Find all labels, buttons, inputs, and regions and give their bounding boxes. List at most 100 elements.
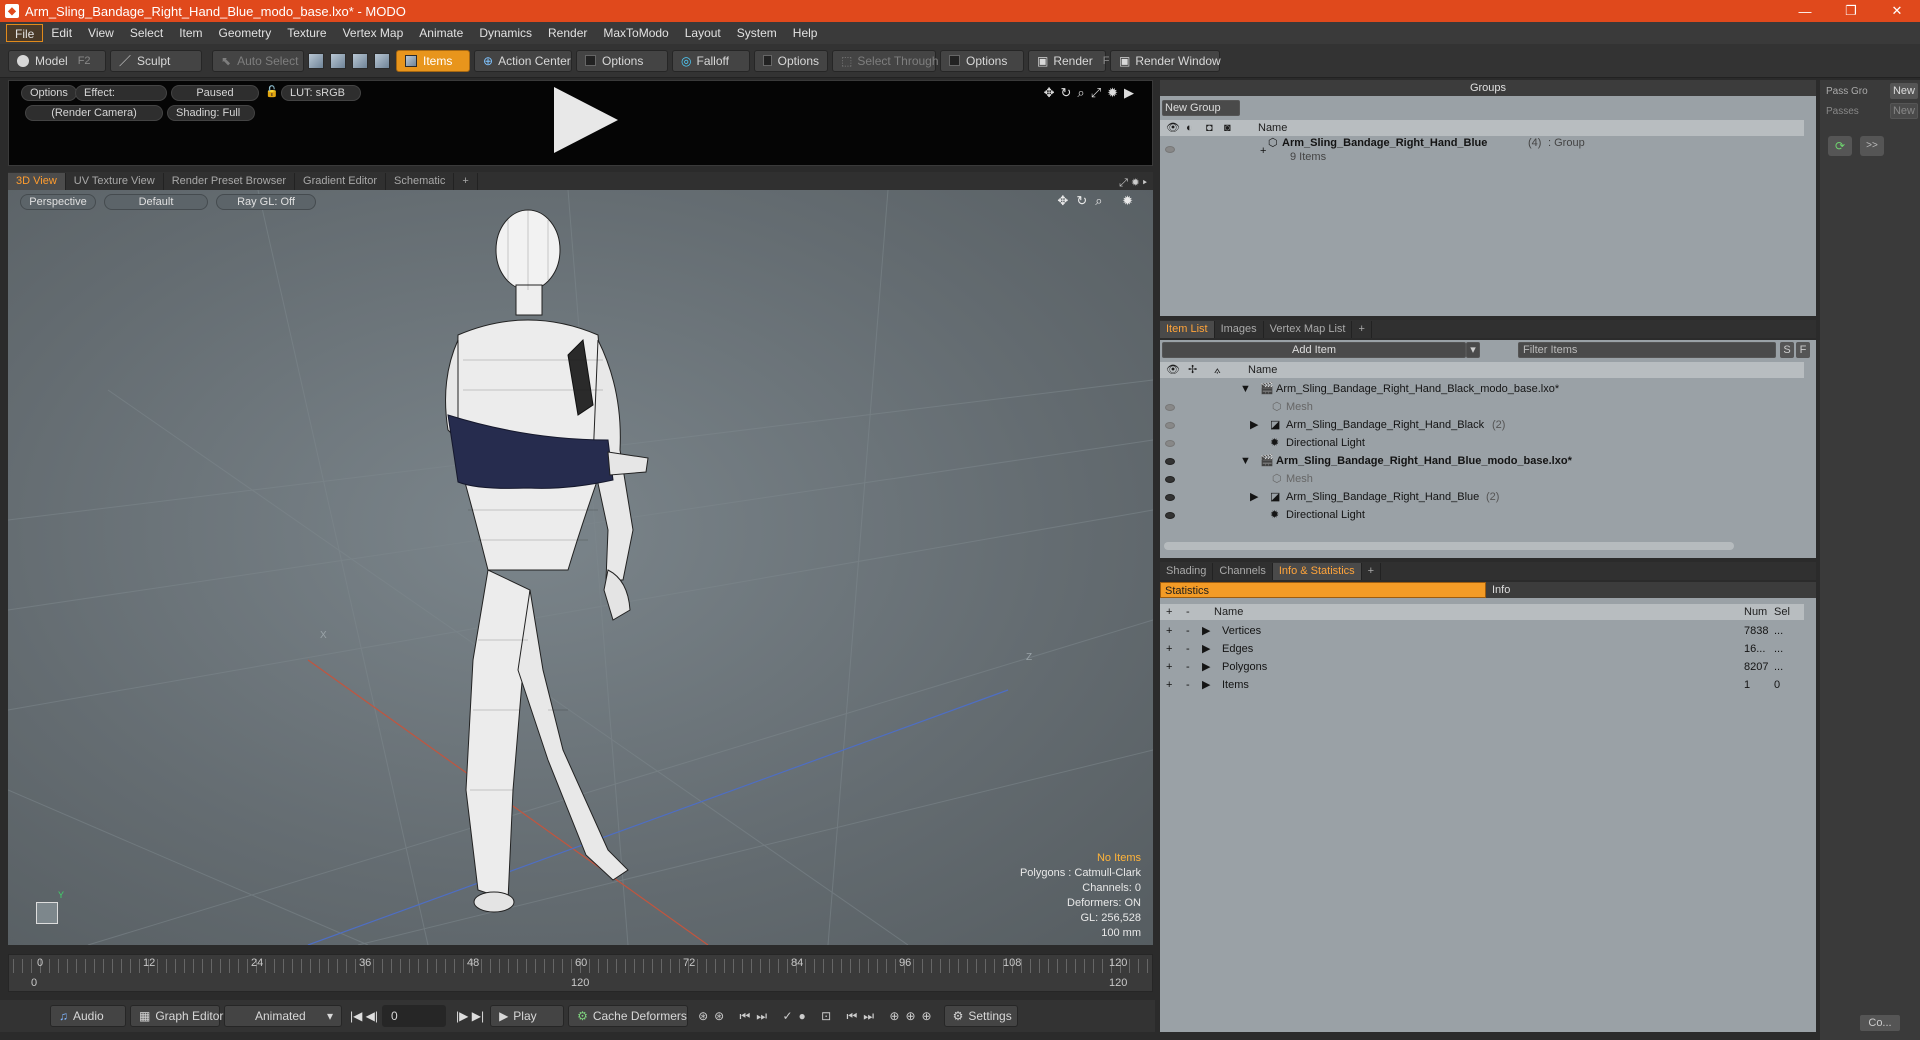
item-row[interactable]: ▼ 🎬 Arm_Sling_Bandage_Right_Hand_Black_m…	[1160, 380, 1804, 398]
add-selection-button[interactable]: +	[1166, 622, 1172, 640]
render-window-button[interactable]: ▣ Render Window	[1110, 49, 1221, 72]
timeline[interactable]: 0 12 24 36 48 60 72 84 96 108 120 0 120 …	[8, 954, 1153, 992]
refresh-icon[interactable]: ⟳	[1828, 136, 1852, 156]
collapse-icon[interactable]: ▼	[1240, 380, 1251, 398]
animation-tool-icons[interactable]: ⊛⊛ ⏮⏭ ✓● ⊡ ⏮⏭ ⊕⊕⊕	[698, 1009, 938, 1024]
action-center-button[interactable]: ⊕ Action Center	[474, 49, 572, 72]
stats-row[interactable]: + - ▶ Edges 16... ...	[1160, 640, 1804, 658]
menu-vertex-map[interactable]: Vertex Map	[335, 24, 412, 42]
new-group-button[interactable]: New Group	[1162, 100, 1240, 116]
add-selection-button[interactable]: +	[1166, 658, 1172, 676]
menu-render[interactable]: Render	[540, 24, 595, 42]
expand-arrows-button[interactable]: >>	[1860, 136, 1884, 156]
add-item-button[interactable]: Add Item	[1162, 342, 1466, 358]
statistics-subtab[interactable]: Statistics	[1160, 582, 1486, 598]
tab-images[interactable]: Images	[1215, 321, 1264, 338]
remove-selection-button[interactable]: -	[1186, 676, 1190, 694]
add-selection-button[interactable]: +	[1166, 676, 1172, 694]
tab-info-statistics[interactable]: Info & Statistics	[1272, 563, 1362, 580]
expand-icon[interactable]: ▶	[1202, 658, 1210, 676]
falloff-options-button[interactable]: Options	[754, 49, 828, 72]
item-list-scrollbar[interactable]	[1164, 542, 1734, 550]
item-row[interactable]: ▶ ◪ Arm_Sling_Bandage_Right_Hand_Black (…	[1160, 416, 1804, 434]
falloff-button[interactable]: ◎ Falloff	[672, 49, 750, 72]
minimize-button[interactable]: —	[1782, 0, 1828, 22]
remove-selection-button[interactable]: -	[1186, 640, 1190, 658]
preview-effect-dropdown[interactable]: Effect: (Shadi...	[75, 85, 167, 101]
eye-icon[interactable]	[1165, 422, 1175, 429]
s-toggle-button[interactable]: S	[1780, 342, 1794, 358]
expand-icon[interactable]: ▶	[1202, 676, 1210, 694]
tab-item-list[interactable]: Item List	[1160, 321, 1215, 338]
expand-icon[interactable]: ▶	[1250, 488, 1258, 506]
menu-animate[interactable]: Animate	[411, 24, 471, 42]
command-field[interactable]: Co...	[1860, 1015, 1900, 1031]
menu-dynamics[interactable]: Dynamics	[471, 24, 540, 42]
audio-button[interactable]: ♫ Audio	[50, 1005, 126, 1027]
eye-icon[interactable]	[1165, 146, 1175, 153]
group-row[interactable]: + ⬡ Arm_Sling_Bandage_Right_Hand_Blue (4…	[1160, 137, 1804, 168]
viewport-expand-icon[interactable]: ⤢ ✹ ▸	[1119, 177, 1153, 190]
info-subtab[interactable]: Info	[1486, 582, 1816, 598]
eye-icon[interactable]	[1165, 512, 1175, 519]
add-panel-tab-button[interactable]: +	[1352, 321, 1372, 338]
expand-icon[interactable]: ▶	[1250, 416, 1258, 434]
sculpt-mode-button[interactable]: ／ Sculpt	[110, 49, 202, 72]
item-row[interactable]: ✹ Directional Light	[1160, 506, 1804, 524]
tab-3d-view[interactable]: 3D View	[8, 173, 66, 190]
tab-vertex-map-list[interactable]: Vertex Map List	[1264, 321, 1353, 338]
cache-deformers-button[interactable]: ⚙ Cache Deformers	[568, 1005, 689, 1027]
expand-icon[interactable]: ▶	[1202, 622, 1210, 640]
tab-schematic[interactable]: Schematic	[386, 173, 455, 190]
item-row[interactable]: ⬡ Mesh	[1160, 398, 1804, 416]
edges-mode-icon[interactable]	[330, 52, 346, 69]
model-mode-button[interactable]: Model F2	[8, 49, 106, 72]
shading-dropdown[interactable]: Shading: Full	[167, 105, 255, 121]
filter-items-input[interactable]: Filter Items	[1518, 342, 1776, 358]
graph-editor-button[interactable]: ▦ Graph Editor	[130, 1005, 223, 1027]
item-row[interactable]: ⬡ Mesh	[1160, 470, 1804, 488]
frame-input[interactable]: 0	[382, 1005, 447, 1027]
stats-row[interactable]: + - ▶ Polygons 8207 ...	[1160, 658, 1804, 676]
add-tab-button[interactable]: +	[454, 173, 478, 190]
items-mode-button[interactable]: Items	[396, 49, 470, 72]
expand-icon[interactable]: +	[1260, 142, 1266, 160]
remove-selection-button[interactable]: -	[1186, 622, 1190, 640]
eye-icon[interactable]	[1165, 404, 1175, 411]
tab-uv-texture-view[interactable]: UV Texture View	[66, 173, 164, 190]
f-toggle-button[interactable]: F	[1796, 342, 1810, 358]
menu-select[interactable]: Select	[122, 24, 171, 42]
tab-shading[interactable]: Shading	[1160, 563, 1214, 580]
menu-item[interactable]: Item	[171, 24, 210, 42]
transport-rewind-icons[interactable]: |◀ ◀|	[350, 1009, 378, 1023]
render-button[interactable]: ▣RenderF9	[1028, 49, 1116, 72]
raygl-dropdown[interactable]: Ray GL: Off	[216, 194, 316, 210]
settings-button[interactable]: ⚙ Settings	[943, 1005, 1018, 1027]
maximize-button[interactable]: ❐	[1828, 0, 1874, 22]
menu-file[interactable]: File	[6, 24, 44, 42]
default-dropdown[interactable]: Default	[104, 194, 208, 210]
perspective-dropdown[interactable]: Perspective	[20, 194, 96, 210]
eye-icon[interactable]	[1165, 494, 1175, 501]
preview-nav-icons[interactable]: ✥↻⌕⤢✹▶	[1044, 85, 1140, 101]
menu-system[interactable]: System	[729, 24, 785, 42]
action-center-options-button[interactable]: Options	[576, 49, 668, 72]
preview-options-button[interactable]: Options	[21, 85, 77, 101]
materials-mode-icon[interactable]	[374, 52, 390, 69]
add-selection-button[interactable]: +	[1166, 640, 1172, 658]
menu-help[interactable]: Help	[785, 24, 826, 42]
eye-icon[interactable]	[1165, 440, 1175, 447]
lock-icon[interactable]: 🔓	[265, 85, 279, 98]
play-preview-icon[interactable]	[554, 87, 618, 153]
tab-render-preset-browser[interactable]: Render Preset Browser	[164, 173, 296, 190]
menu-layout[interactable]: Layout	[677, 24, 729, 42]
tab-gradient-editor[interactable]: Gradient Editor	[295, 173, 386, 190]
menu-maxtomodo[interactable]: MaxToModo	[595, 24, 676, 42]
menu-texture[interactable]: Texture	[279, 24, 334, 42]
lut-dropdown[interactable]: LUT: sRGB	[281, 85, 361, 101]
item-row[interactable]: ▼ 🎬 Arm_Sling_Bandage_Right_Hand_Blue_mo…	[1160, 452, 1804, 470]
polygons-mode-icon[interactable]	[352, 52, 368, 69]
preview-paused-button[interactable]: Paused	[171, 85, 259, 101]
select-through-options-button[interactable]: Options	[940, 49, 1024, 72]
stats-row[interactable]: + - ▶ Items 1 0	[1160, 676, 1804, 694]
